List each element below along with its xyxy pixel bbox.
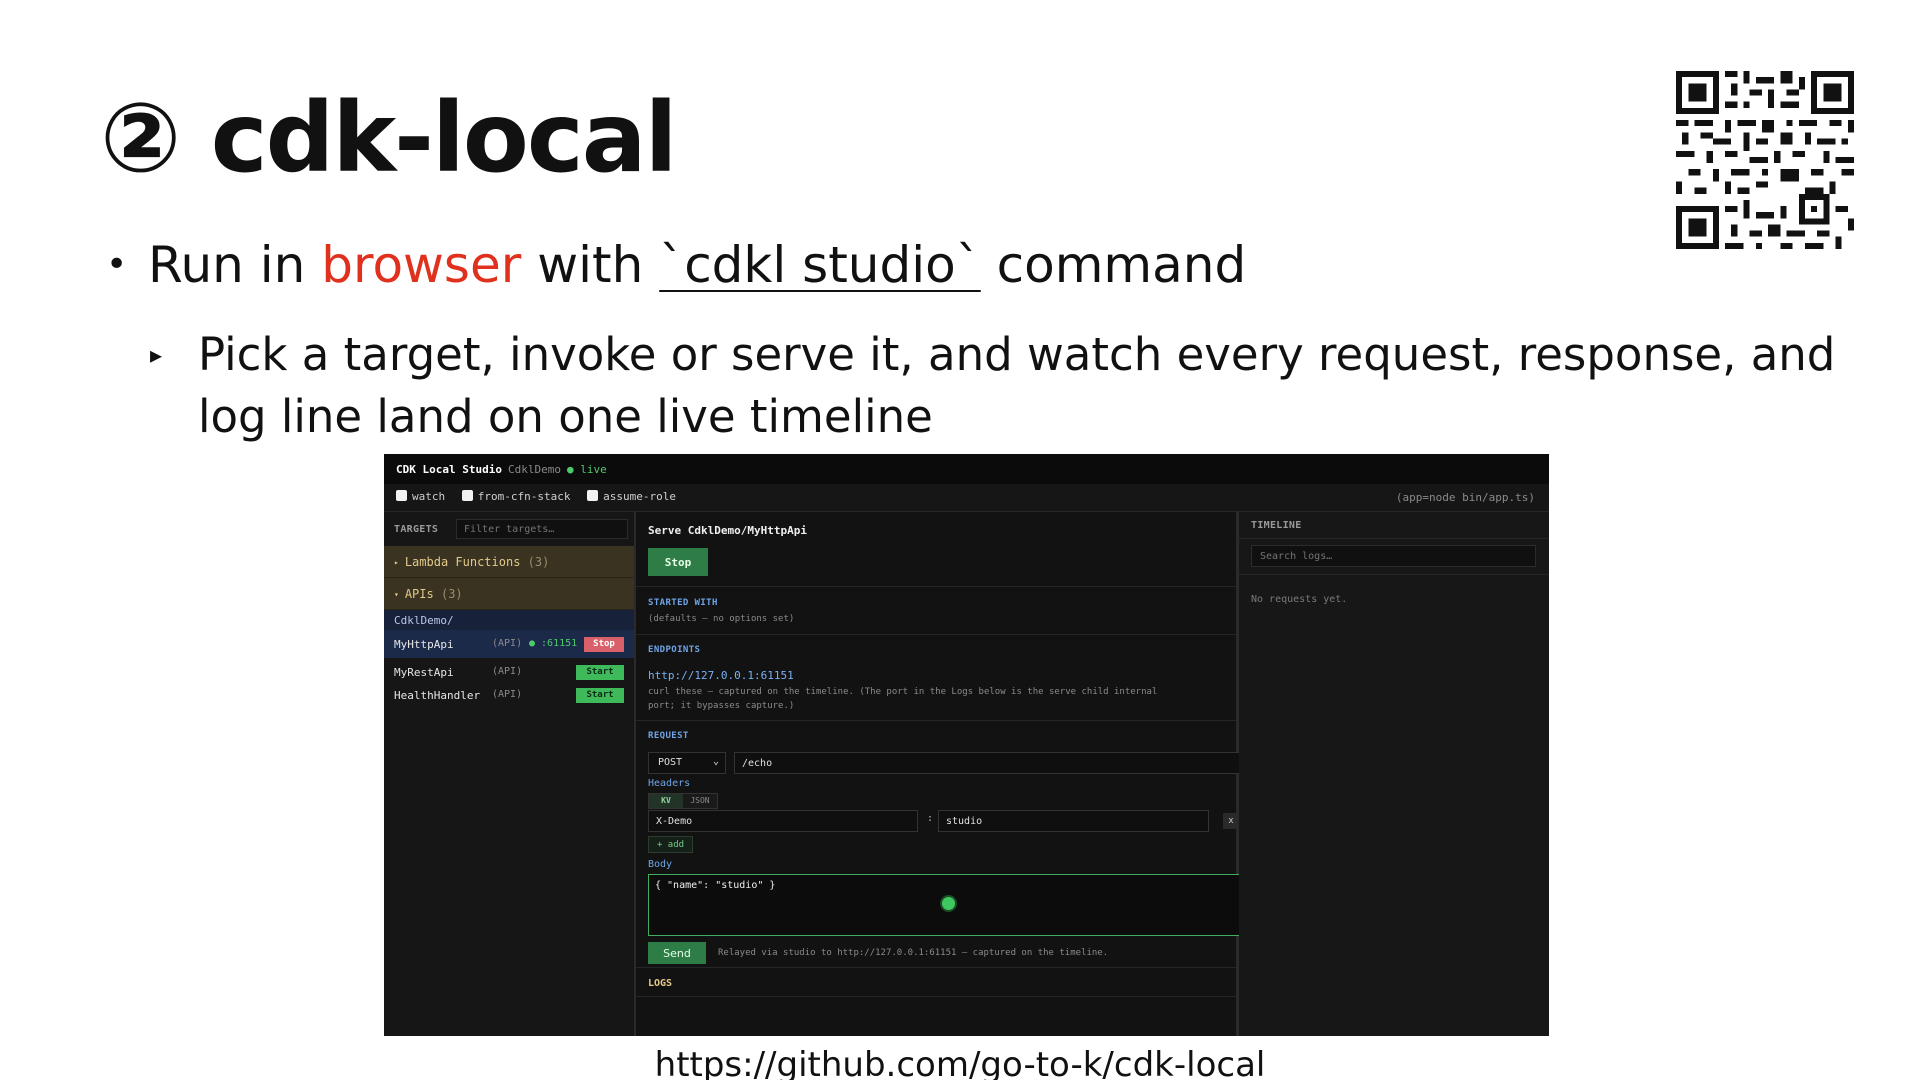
target-kind: (API) [492, 666, 523, 677]
divider [636, 586, 1236, 587]
targets-label: TARGETS [394, 524, 439, 535]
remove-header-button[interactable]: x [1223, 813, 1239, 829]
studio-project-name: CdklDemo [507, 463, 561, 476]
bullet-highlight: browser [321, 236, 522, 294]
endpoint-url-link[interactable]: http://127.0.0.1:61151 [648, 669, 794, 682]
caret-down-icon: ▾ [394, 590, 399, 599]
send-button[interactable]: Send [648, 942, 706, 964]
bullet-run-in-browser: • Run in browser with `cdkl studio` comma… [106, 236, 1246, 294]
target-breadcrumb: CdklDemo/ [384, 610, 634, 630]
repo-link[interactable]: https://github.com/go-to-k/cdk-local [0, 1045, 1920, 1080]
started-with-value: (defaults — no options set) [648, 614, 795, 624]
group-count: (3) [527, 555, 550, 569]
serve-pane: Serve CdklDemo/MyHttpApi Stop STARTED WI… [636, 512, 1241, 1036]
endpoint-note: port; it bypasses capture.) [648, 701, 795, 711]
from-cfn-stack-checkbox[interactable] [461, 490, 473, 501]
body-label: Body [648, 859, 673, 870]
serve-title: Serve CdklDemo/MyHttpApi [648, 524, 807, 537]
timeline-label: TIMELINE [1251, 520, 1302, 531]
endpoint-note: curl these — captured on the timeline. (… [648, 687, 1158, 697]
from-cfn-stack-label: from-cfn-stack [477, 490, 571, 503]
studio-header: CDK Local Studio CdklDemo ● live [384, 454, 1549, 484]
divider [636, 996, 1236, 997]
watch-checkbox[interactable] [396, 490, 407, 501]
assume-role-checkbox[interactable] [587, 490, 599, 501]
target-start-button[interactable]: Start [576, 688, 624, 703]
path-input[interactable] [734, 752, 1241, 774]
headers-mode-toggle[interactable]: KV JSON [648, 793, 718, 809]
studio-toolbar: watch from-cfn-stack assume-role (app=no… [384, 484, 1549, 512]
bullet-text-suffix: command [980, 236, 1247, 294]
target-stop-button[interactable]: Stop [584, 637, 624, 652]
sub-bullet-marker: ▸ [150, 341, 163, 369]
bullet-command: `cdkl studio` [659, 236, 981, 294]
targets-header: TARGETS [394, 519, 629, 539]
endpoints-label: ENDPOINTS [648, 645, 701, 655]
live-status-badge: ● live [566, 463, 607, 476]
target-kind: (API) [492, 689, 523, 700]
timeline-search-input[interactable] [1251, 545, 1536, 567]
header-separator: : [927, 813, 934, 824]
group-name: Lambda Functions [404, 555, 521, 569]
group-lambda-functions[interactable]: ▸ Lambda Functions (3) [384, 546, 634, 578]
watch-label: watch [412, 490, 446, 503]
divider [1239, 538, 1549, 539]
headers-label: Headers [648, 778, 691, 789]
target-name: MyRestApi [394, 666, 454, 679]
started-with-label: STARTED WITH [648, 598, 718, 608]
targets-pane: TARGETS ▸Lambda Functions (3) ▾APIs (3) … [384, 512, 636, 1036]
group-name: APIs [404, 587, 434, 601]
caret-right-icon: ▸ [394, 558, 399, 567]
assume-role-label: assume-role [603, 490, 676, 503]
app-command: (app=node bin/app.ts) [1395, 491, 1535, 504]
target-start-button[interactable]: Start [576, 665, 624, 680]
studio-app-title: CDK Local Studio [396, 463, 502, 476]
chevron-down-icon: ⌄ [712, 756, 719, 767]
method-select[interactable]: POST ⌄ [648, 752, 726, 774]
headers-mode-json[interactable]: JSON [683, 794, 717, 808]
divider [1239, 574, 1549, 575]
relay-note: Relayed via studio to http://127.0.0.1:6… [718, 948, 1109, 958]
header-key-input[interactable] [648, 810, 918, 832]
slide-title: ② cdk-local [100, 82, 677, 194]
target-port: ● :61151 [529, 638, 578, 649]
bullet-text-middle: with [521, 236, 660, 294]
divider [636, 967, 1236, 968]
target-name: HealthHandler [394, 689, 481, 702]
sub-bullet-description: ▸ Pick a target, invoke or serve it, and… [150, 324, 1850, 448]
target-kind: (API) [492, 638, 523, 649]
group-apis[interactable]: ▾ APIs (3) [384, 578, 634, 610]
target-name: MyHttpApi [394, 638, 454, 651]
divider [636, 634, 1236, 635]
add-header-button[interactable]: + add [648, 836, 693, 853]
from-cfn-stack-option[interactable]: from-cfn-stack [461, 490, 571, 503]
sub-bullet-text: Pick a target, invoke or serve it, and w… [198, 328, 1836, 443]
headers-mode-kv[interactable]: KV [649, 794, 683, 808]
studio-screenshot: CDK Local Studio CdklDemo ● live watch fro… [384, 454, 1549, 1036]
target-item-myhttpapi[interactable]: MyHttpApi (API) ● :61151 Stop [384, 630, 634, 658]
request-label: REQUEST [648, 731, 689, 741]
logs-label: LOGS [648, 978, 673, 989]
assume-role-option[interactable]: assume-role [587, 490, 676, 503]
pointer-cursor-icon [942, 897, 955, 910]
method-value: POST [658, 757, 683, 768]
bullet-text-prefix: Run in [148, 236, 322, 294]
targets-filter-input[interactable] [456, 519, 628, 539]
group-count: (3) [440, 587, 463, 601]
timeline-pane: TIMELINE No requests yet. [1239, 512, 1549, 1036]
bullet-marker: • [106, 244, 128, 285]
divider [636, 720, 1236, 721]
target-item-healthhandler[interactable]: HealthHandler (API) Start [384, 681, 634, 709]
serve-stop-button[interactable]: Stop [648, 548, 708, 576]
timeline-empty-state: No requests yet. [1251, 594, 1348, 605]
header-value-input[interactable] [938, 810, 1209, 832]
watch-option[interactable]: watch [396, 490, 445, 503]
qr-code-icon [1676, 71, 1854, 249]
